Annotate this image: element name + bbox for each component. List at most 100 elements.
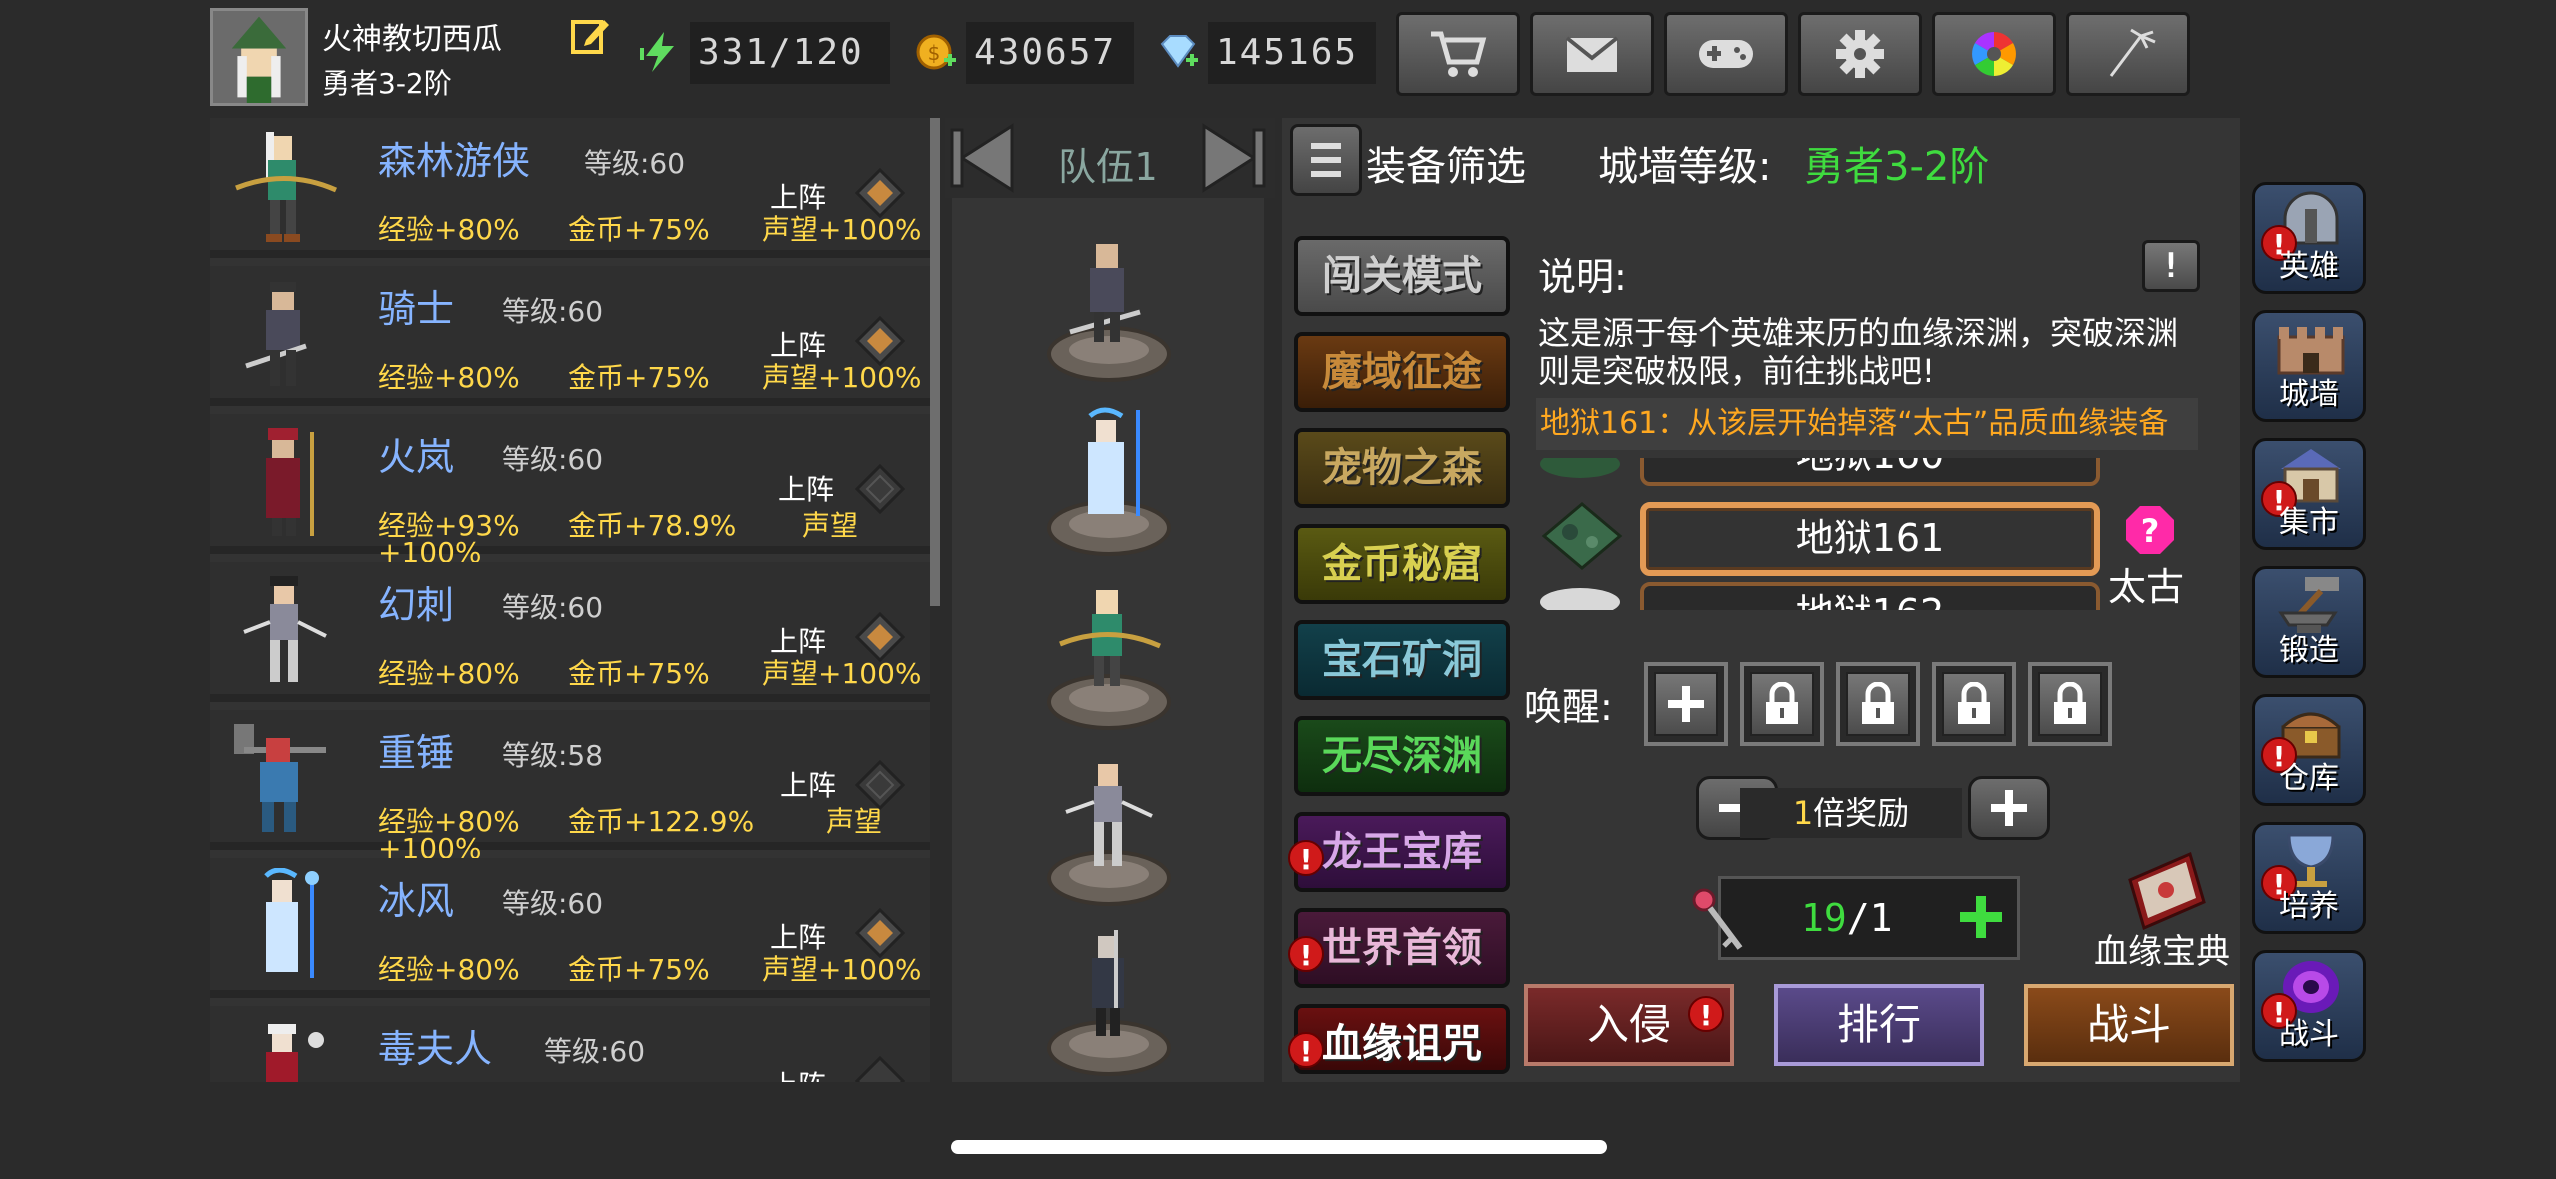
hero-row[interactable]: 森林游侠 等级:60 经验+80% 金币+75% 声望+100% 上阵: [210, 118, 930, 258]
hero-level: 等级:60: [502, 295, 604, 328]
filter-menu-button[interactable]: [1290, 124, 1362, 196]
plus-icon: [1991, 790, 2027, 826]
hero-row[interactable]: 幻刺 等级:60 经验+80% 金币+75% 声望+100% 上阵: [210, 562, 930, 702]
sidebar-item-label: 战斗: [2279, 1017, 2339, 1052]
sidebar-item-label: 集市: [2279, 505, 2339, 540]
hero-row[interactable]: 毒夫人 等级:60 经验 金币 上阵: [210, 1006, 930, 1082]
hero-gold-bonus: 金币+78.9%: [568, 509, 737, 542]
hero-gold-bonus: 金币+75%: [568, 657, 710, 690]
edit-name-icon[interactable]: [570, 16, 610, 56]
deploy-toggle[interactable]: [855, 168, 905, 218]
team-slot-5[interactable]: [1040, 926, 1178, 1076]
description-text: 这是源于每个英雄来历的血缘深渊，突破深渊则是突破极限，前往挑战吧!: [1538, 314, 2179, 390]
deploy-toggle[interactable]: [855, 612, 905, 662]
deploy-toggle[interactable]: [855, 1056, 905, 1082]
mode-pet-forest[interactable]: 宠物之森: [1294, 428, 1510, 508]
floor-current[interactable]: 地狱161: [1640, 502, 2100, 576]
sidebar-item-heroes[interactable]: ! 英雄: [2252, 182, 2366, 294]
floor-prev[interactable]: 地狱160: [1640, 458, 2100, 486]
home-indicator[interactable]: [951, 1140, 1607, 1154]
next-team-arrow-icon[interactable]: [1198, 122, 1268, 194]
hero-row[interactable]: 重锤 等级:58 经验+80% 金币+122.9% 声望 +100% 上阵: [210, 710, 930, 865]
mode-stage[interactable]: 闯关模式: [1294, 236, 1510, 316]
floor-selector[interactable]: 地狱160 地狱161 地狱162: [1530, 458, 2110, 610]
hero-list-scrollbar[interactable]: [930, 118, 940, 606]
hero-sprite-ice-wind: [264, 868, 319, 978]
energy-value: 331/120: [690, 22, 890, 84]
diamond-icon: [1156, 30, 1200, 74]
sidebar-item-cultivate[interactable]: ! 培养: [2252, 822, 2366, 934]
equipment-filter-label[interactable]: 装备筛选: [1366, 134, 1526, 192]
hero-level: 等级:60: [584, 147, 686, 180]
deploy-toggle[interactable]: [855, 464, 905, 514]
events-button[interactable]: [2066, 12, 2190, 96]
mode-world-boss[interactable]: 世界首领: [1294, 908, 1510, 988]
sidebar-item-market[interactable]: ! 集市: [2252, 438, 2366, 550]
hero-sprite-poison-lady: [266, 1024, 324, 1082]
reward-increase-button[interactable]: [1968, 776, 2050, 840]
team-slot-2[interactable]: [1040, 406, 1178, 556]
wall-level-label: 城墙等级:: [1598, 144, 1772, 190]
deploy-toggle[interactable]: [855, 908, 905, 958]
reward-multiplier-suffix: 倍奖励: [1813, 794, 1910, 832]
theme-button[interactable]: [1932, 12, 2056, 96]
mail-icon: [1565, 36, 1619, 72]
exclamation-icon: !: [2160, 246, 2182, 286]
mode-dragon-treasury[interactable]: 龙王宝库: [1294, 812, 1510, 892]
awaken-slot-locked[interactable]: [2028, 662, 2112, 746]
hero-fame-bonus: 声望: [802, 509, 859, 542]
gamepad-icon: [1699, 40, 1753, 68]
mode-gem-mine[interactable]: 宝石矿洞: [1294, 620, 1510, 700]
question-octagon-icon[interactable]: ?: [2124, 504, 2176, 556]
sidebar-item-label: 英雄: [2279, 249, 2339, 284]
mode-endless-abyss[interactable]: 无尽深渊: [1294, 716, 1510, 796]
floor-next[interactable]: 地狱162: [1640, 582, 2100, 610]
shop-button[interactable]: [1396, 12, 1520, 96]
hero-exp-bonus: 经验+80%: [378, 953, 520, 986]
sidebar-item-label: 城墙: [2279, 377, 2339, 412]
hero-gold-bonus: 金币+75%: [568, 213, 710, 246]
awaken-slot-locked[interactable]: [1740, 662, 1824, 746]
gamepad-button[interactable]: [1664, 12, 1788, 96]
sidebar-item-forge[interactable]: 锻造: [2252, 566, 2366, 678]
mail-button[interactable]: [1530, 12, 1654, 96]
mode-demon-realm[interactable]: 魔域征途: [1294, 332, 1510, 412]
hero-gold-bonus: 金币+75%: [568, 953, 710, 986]
reward-multiplier: 1倍奖励: [1740, 788, 1962, 838]
player-avatar[interactable]: [210, 8, 308, 106]
sidebar-item-battle[interactable]: ! 战斗: [2252, 950, 2366, 1062]
gold-value: 430657: [966, 22, 1134, 84]
bloodline-codex-icon[interactable]: [2120, 850, 2210, 932]
hero-row[interactable]: 冰风 等级:60 经验+80% 金币+75% 声望+100% 上阵: [210, 858, 930, 998]
sidebar-item-wall[interactable]: 城墙: [2252, 310, 2366, 422]
bloodline-codex-label[interactable]: 血缘宝典: [2094, 924, 2230, 973]
awaken-slot-locked[interactable]: [1836, 662, 1920, 746]
team-slot-4[interactable]: [1040, 756, 1178, 906]
hero-row[interactable]: 骑士 等级:60 经验+80% 金币+75% 声望+100% 上阵: [210, 266, 930, 406]
info-button[interactable]: !: [2142, 240, 2200, 292]
mode-gold-cave[interactable]: 金币秘窟: [1294, 524, 1510, 604]
gear-icon: [1836, 30, 1884, 78]
awaken-slot-add[interactable]: [1644, 662, 1728, 746]
sidebar-item-warehouse[interactable]: ! 仓库: [2252, 694, 2366, 806]
hero-row[interactable]: 火岚 等级:60 经验+93% 金币+78.9% 声望 +100% 上阵: [210, 414, 930, 569]
reward-multiplier-value: 1: [1792, 794, 1814, 832]
mode-bloodline-curse[interactable]: 血缘诅咒: [1294, 1004, 1510, 1074]
awaken-slot-locked[interactable]: [1932, 662, 2016, 746]
ranking-button[interactable]: 排行: [1774, 984, 1984, 1066]
quality-tier-label: 太古: [2108, 565, 2185, 609]
team-slot-3[interactable]: [1040, 580, 1178, 730]
attempt-separator: /: [1846, 896, 1870, 940]
hero-deploy-label: 上阵: [770, 625, 827, 658]
prev-team-arrow-icon[interactable]: [948, 122, 1018, 194]
lock-icon: [1958, 682, 1990, 724]
settings-button[interactable]: [1798, 12, 1922, 96]
deploy-toggle[interactable]: [855, 760, 905, 810]
deploy-toggle[interactable]: [855, 316, 905, 366]
fight-button[interactable]: 战斗: [2024, 984, 2234, 1066]
player-name: 火神教切西瓜: [322, 22, 502, 57]
team-slot-1[interactable]: [1040, 232, 1178, 382]
add-attempt-icon[interactable]: [1958, 894, 2004, 940]
lock-icon: [1766, 682, 1798, 724]
hero-name: 毒夫人: [378, 1027, 493, 1071]
